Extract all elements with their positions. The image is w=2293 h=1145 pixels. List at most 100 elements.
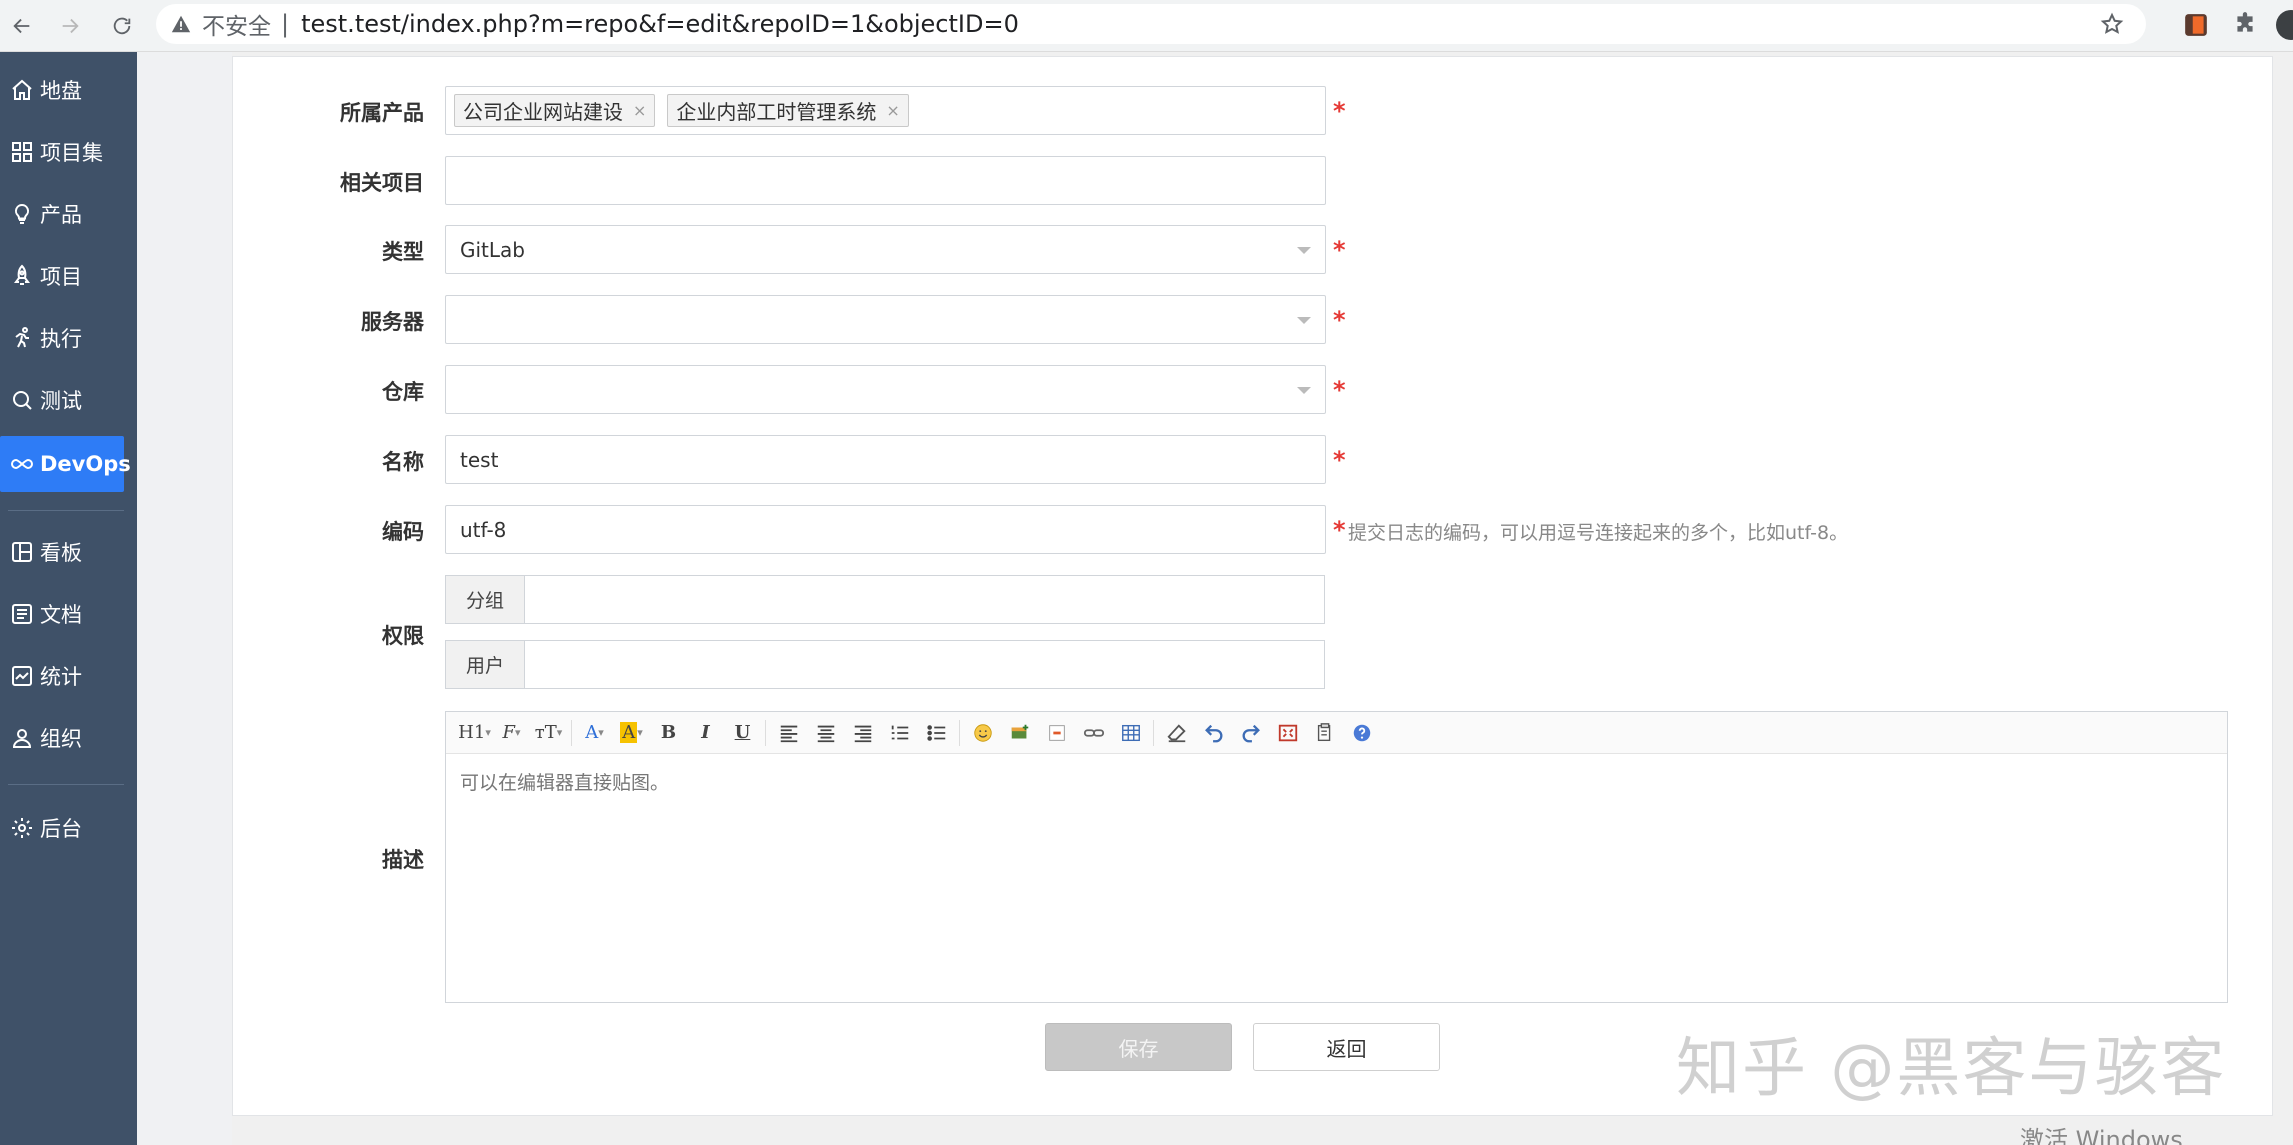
address-bar[interactable]: 不安全 | test.test/index.php?m=repo&f=edit&… [156, 4, 2146, 44]
sidebar-item-label: 地盘 [40, 79, 82, 103]
sidebar-item-project[interactable]: 项目 [0, 248, 124, 304]
sidebar-item-execution[interactable]: 执行 [0, 310, 124, 366]
acl-label: 权限 [382, 624, 424, 648]
underline-button[interactable]: U [724, 718, 761, 748]
toolbar-divider [959, 719, 960, 746]
redo-icon [1242, 724, 1260, 742]
arrow-left-icon [13, 18, 30, 34]
product-chip[interactable]: 企业内部工时管理系统 × [667, 94, 909, 127]
user-select[interactable] [525, 641, 1324, 688]
undo-button[interactable] [1195, 718, 1232, 748]
chip-remove-icon[interactable]: × [633, 101, 646, 120]
align-left-button[interactable] [770, 718, 807, 748]
align-right-button[interactable] [844, 718, 881, 748]
help-icon [1353, 724, 1370, 741]
font-size-button[interactable]: тT ▾ [530, 718, 567, 748]
sidebar-item-doc[interactable]: 文档 [0, 586, 124, 642]
table-button[interactable] [1112, 718, 1149, 748]
product-chip[interactable]: 公司企业网站建设 × [454, 94, 656, 127]
sidebar-item-qa[interactable]: 测试 [0, 372, 124, 428]
puzzle-icon[interactable] [2232, 11, 2258, 37]
emoji-button[interactable] [964, 718, 1001, 748]
redo-button[interactable] [1232, 718, 1269, 748]
ordered-list-button[interactable] [881, 718, 918, 748]
group-select[interactable] [525, 576, 1324, 623]
repo-label: 仓库 [382, 380, 424, 404]
type-select[interactable]: GitLab [445, 225, 1326, 274]
name-value: test [460, 447, 499, 472]
paste-button[interactable] [1306, 718, 1343, 748]
encoding-value: utf-8 [460, 517, 507, 542]
sidebar-item-company[interactable]: 组织 [0, 710, 124, 766]
chevron-down-icon [1297, 247, 1311, 254]
extension-icon[interactable] [2183, 12, 2209, 38]
chip-label: 企业内部工时管理系统 [676, 100, 877, 124]
sidebar-item-devops[interactable]: DevOps [0, 436, 131, 492]
sidebar-item-my[interactable]: 地盘 [0, 62, 124, 118]
security-label: 不安全 [202, 14, 271, 40]
product-picker[interactable]: 公司企业网站建设 × 企业内部工时管理系统 × [445, 86, 1326, 135]
profile-avatar[interactable] [2276, 10, 2293, 40]
sidebar-item-report[interactable]: 统计 [0, 648, 124, 704]
bullet-list-button[interactable] [918, 718, 955, 748]
server-select[interactable] [445, 295, 1326, 344]
project-select[interactable] [445, 156, 1326, 205]
sidebar-item-label: 看板 [40, 541, 82, 565]
sidebar-item-label: 项目集 [40, 141, 103, 165]
chip-remove-icon[interactable]: × [886, 101, 899, 120]
reload-button[interactable] [104, 8, 140, 44]
acl-user-field[interactable]: 用户 [445, 640, 1325, 689]
bookmark-star-icon[interactable] [2100, 12, 2124, 36]
sidebar-item-program[interactable]: 项目集 [0, 124, 124, 180]
font-color-label: A [585, 722, 599, 743]
forward-button[interactable] [52, 8, 88, 44]
editor-toolbar: H1 ▾ F ▾ тT ▾ A ▾ A ▾ B I U [446, 712, 2227, 754]
highlight-button[interactable]: A ▾ [613, 718, 650, 748]
flash-button[interactable] [1038, 718, 1075, 748]
image-button[interactable] [1001, 718, 1038, 748]
sidebar-item-label: 执行 [40, 327, 82, 351]
arrow-right-icon [62, 18, 79, 34]
editor-content[interactable]: 可以在编辑器直接贴图。 [446, 754, 2227, 809]
ordered-list-icon [891, 725, 908, 739]
help-button[interactable] [1343, 718, 1380, 748]
italic-button[interactable]: I [687, 718, 724, 748]
repo-select[interactable] [445, 365, 1326, 414]
runner-icon [15, 327, 29, 348]
link-icon [1083, 728, 1104, 737]
bold-button[interactable]: B [650, 718, 687, 748]
chip-label: 公司企业网站建设 [463, 100, 623, 124]
warning-icon [171, 15, 191, 33]
fullscreen-button[interactable] [1269, 718, 1306, 748]
required-mark: * [1333, 446, 1346, 474]
sidebar-divider [8, 510, 124, 511]
media-icon [1048, 724, 1065, 741]
link-button[interactable] [1075, 718, 1112, 748]
sidebar-item-admin[interactable]: 后台 [0, 800, 124, 856]
acl-group-field[interactable]: 分组 [445, 575, 1325, 624]
back-button[interactable] [4, 8, 40, 44]
sidebar-item-kanban[interactable]: 看板 [0, 524, 124, 580]
description-editor[interactable]: H1 ▾ F ▾ тT ▾ A ▾ A ▾ B I U 可以在编辑器直接贴图。 [445, 711, 2228, 1003]
eraser-button[interactable] [1158, 718, 1195, 748]
font-color-button[interactable]: A ▾ [576, 718, 613, 748]
back-button-form[interactable]: 返回 [1253, 1023, 1440, 1071]
sidebar-item-label: 项目 [40, 265, 82, 289]
font-family-button[interactable]: F ▾ [493, 718, 530, 748]
sidebar-item-label: 文档 [40, 603, 82, 627]
save-button[interactable]: 保存 [1045, 1023, 1232, 1071]
required-mark: * [1333, 376, 1346, 404]
name-input[interactable]: test [445, 435, 1326, 484]
heading-button[interactable]: H1 ▾ [456, 718, 493, 748]
sidebar-item-product[interactable]: 产品 [0, 186, 124, 242]
encoding-input[interactable]: utf-8 [445, 505, 1326, 554]
toolbar-divider [571, 719, 572, 746]
sidebar-item-label: 组织 [40, 727, 82, 751]
sidebar: 地盘 项目集 产品 项目 执行 测试 DevOps 看板 文档 统计 组织 后台 [0, 52, 137, 1145]
align-center-button[interactable] [807, 718, 844, 748]
group-addon: 分组 [446, 576, 525, 623]
bold-label: B [660, 722, 677, 743]
highlight-label: A [620, 722, 638, 743]
project-label: 相关项目 [340, 171, 424, 195]
italic-label: I [701, 722, 710, 743]
